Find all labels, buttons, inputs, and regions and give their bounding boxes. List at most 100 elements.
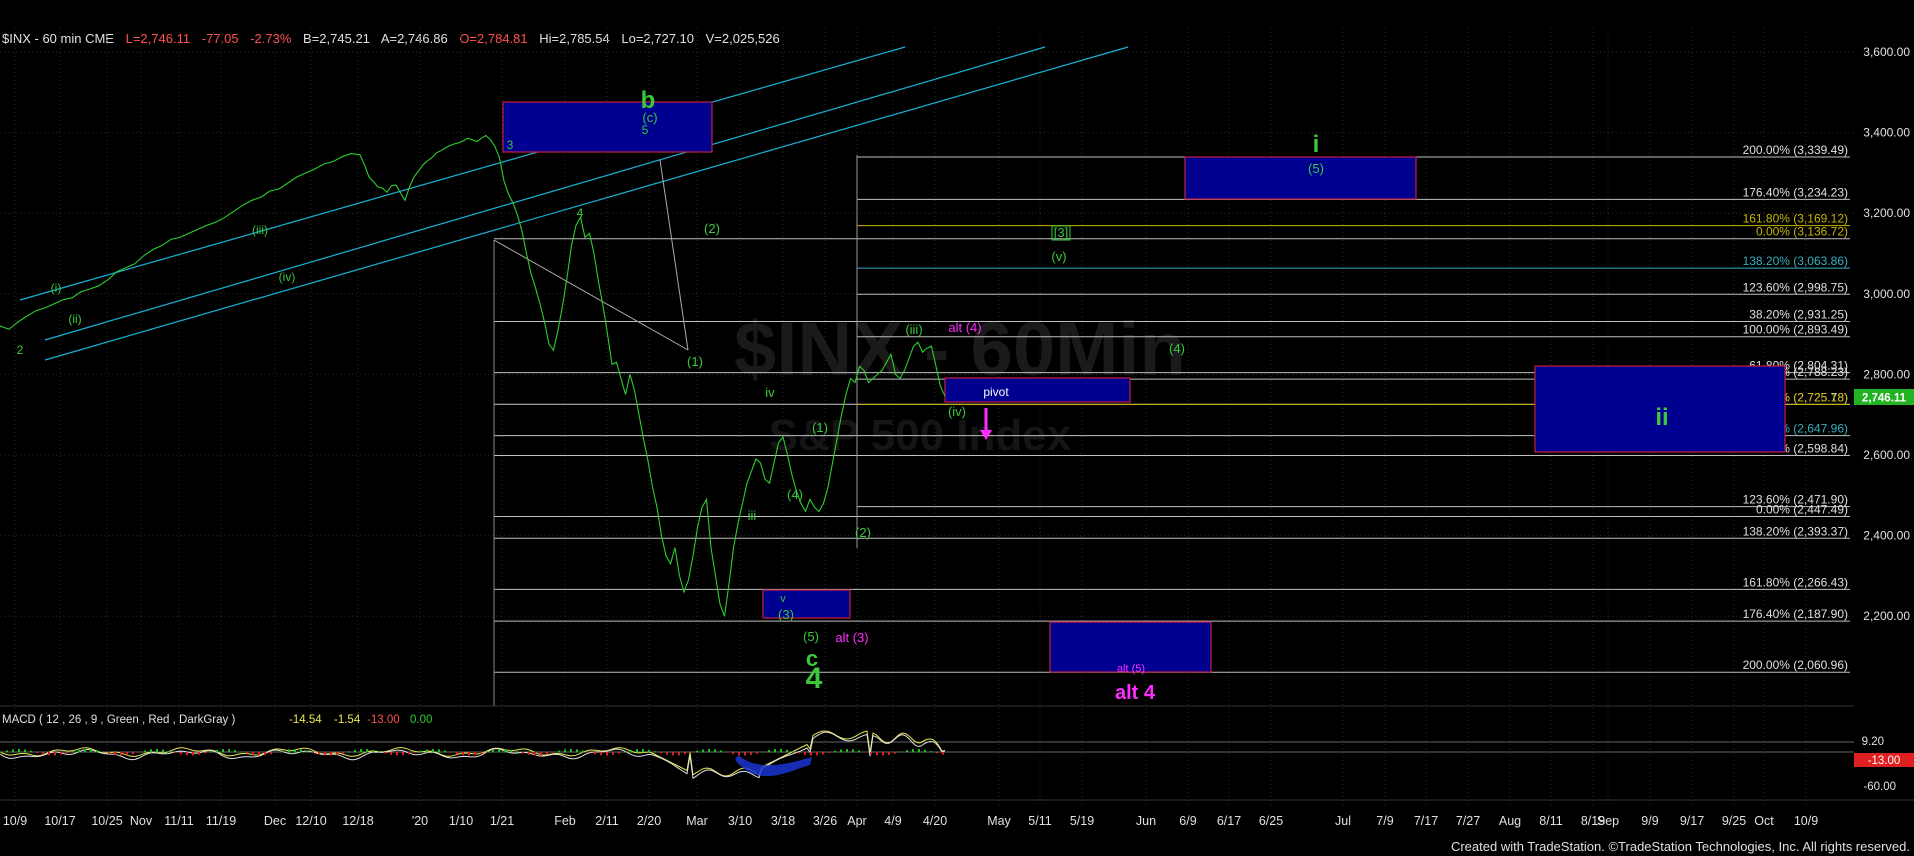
macd-axis-top: 9.20 [1862,736,1884,748]
wave-label: alt 4 [1115,682,1156,704]
macd-histogram-bar [306,750,308,753]
macd-histogram-bar [264,752,266,756]
macd-histogram-bar [120,752,122,756]
macd-value-2: -1.54 [334,714,361,726]
time-axis-tick: 6/9 [1179,814,1196,828]
macd-histogram-bar [750,752,752,755]
wave-label: iv [765,385,775,400]
time-axis-tick: 8/11 [1539,814,1562,828]
macd-histogram-bar [6,750,8,753]
macd-histogram-bar [558,750,560,753]
time-axis-tick: '20 [412,814,428,828]
time-axis-tick: 9/25 [1722,814,1746,828]
macd-histogram-bar [174,752,176,753]
wave-label: (1) [812,420,828,435]
fib-label: 0.00% (3,136.72) [1756,225,1848,239]
macd-histogram-bar [84,749,86,753]
price-axis-tick: 3,600.00 [1863,45,1910,59]
macd-histogram-bar [588,752,590,753]
macd-panel: MACD ( 12 , 26 , 9 , Green , Red , DarkG… [0,705,1914,801]
time-axis-tick: 10/17 [44,814,75,828]
macd-histogram-bar [180,752,182,755]
macd-histogram-bar [126,752,128,756]
macd-histogram-bar [192,752,194,756]
macd-histogram-bar [600,752,602,756]
macd-histogram-bar [774,749,776,753]
fib-label: 0.00% (2,447.49) [1756,502,1848,516]
macd-histogram-bar [654,751,656,753]
price-chart[interactable]: $INX - 60Min S&P 500 Index 200.00% (3,33… [0,0,1914,856]
time-axis[interactable]: 10/9 10/17 10/25 Nov 11/11 11/19 Dec 12/10 12/18… [3,814,1818,828]
macd-histogram-bar [762,751,764,753]
macd-histogram-bar [678,752,680,756]
macd-histogram-bar [720,750,722,753]
macd-histogram-bar [408,752,410,755]
macd-histogram-bar [738,752,740,756]
macd-histogram-bar [846,749,848,753]
macd-histogram-bar [390,752,392,755]
macd-histogram-bar [828,752,830,753]
macd-histogram-bar [324,752,326,756]
macd-histogram-bar [666,752,668,755]
time-axis-tick: 3/26 [813,814,837,828]
macd-histogram-bar [756,752,758,754]
price-axis[interactable]: 3,600.00 3,400.00 3,200.00 3,000.00 2,800.00… [1863,45,1910,623]
macd-line [0,730,946,777]
time-axis-tick: 10/9 [3,814,27,828]
macd-histogram-bar [882,752,884,756]
macd-histogram-bar [150,749,152,753]
time-axis-tick: 1/10 [449,814,473,828]
macd-histogram-bar [138,752,140,753]
macd-histogram-bar [30,750,32,753]
macd-histogram-bar [276,752,278,753]
macd-histogram-bar [684,752,686,755]
macd-histogram-bar [648,749,650,753]
price-axis-tick: 2,600.00 [1863,448,1910,462]
macd-histogram-bar [474,752,476,755]
macd-histogram-bar [612,752,614,755]
macd-histogram-bar [876,752,878,756]
macd-histogram-bar [924,749,926,753]
macd-histogram-bar [576,749,578,753]
macd-histogram-bar [498,749,500,753]
macd-histogram-bar [840,749,842,753]
macd-histogram-bar [216,749,218,753]
macd-histogram-bar [102,751,104,753]
wave-label: i [1313,131,1320,158]
time-axis-tick: 6/25 [1259,814,1283,828]
macd-histogram-bar [594,752,596,755]
wave-label: (4) [787,487,803,502]
time-axis-tick: 12/18 [342,814,373,828]
price-axis-tick: 2,800.00 [1863,367,1910,381]
macd-histogram-bar [168,750,170,753]
macd-histogram-bar [804,752,806,755]
macd-histogram-bar [402,752,404,756]
macd-value-1: -14.54 [289,714,322,726]
macd-histogram-bar [48,752,50,756]
macd-histogram-bar [636,749,638,753]
target-box-b [502,101,713,153]
macd-histogram-bar [90,749,92,753]
macd-histogram-bar [378,751,380,753]
fib-label: 138.20% (3,063.86) [1743,254,1848,268]
macd-value-3: -13.00 [367,714,400,726]
time-axis-tick: 4/9 [884,814,901,828]
macd-histogram-bar [24,749,26,753]
price-axis-tick: 3,000.00 [1863,287,1910,301]
wave-label: (4) [1169,341,1185,356]
time-axis-tick: 5/19 [1070,814,1094,828]
macd-histogram-bar [132,752,134,755]
macd-histogram-bar [54,752,56,756]
macd-histogram-bar [438,749,440,753]
macd-histogram-bar [186,752,188,756]
time-axis-tick: 9/17 [1680,814,1704,828]
macd-histogram-bar [72,751,74,753]
target-box-3 [762,589,851,619]
time-axis-tick: Feb [554,814,576,828]
trend-line-diagonal [493,239,689,351]
macd-histogram-bar [888,752,890,755]
target-box-i [1184,156,1417,200]
macd-histogram-bar [12,749,14,753]
macd-histogram-bar [294,749,296,753]
macd-histogram-bar [708,749,710,753]
